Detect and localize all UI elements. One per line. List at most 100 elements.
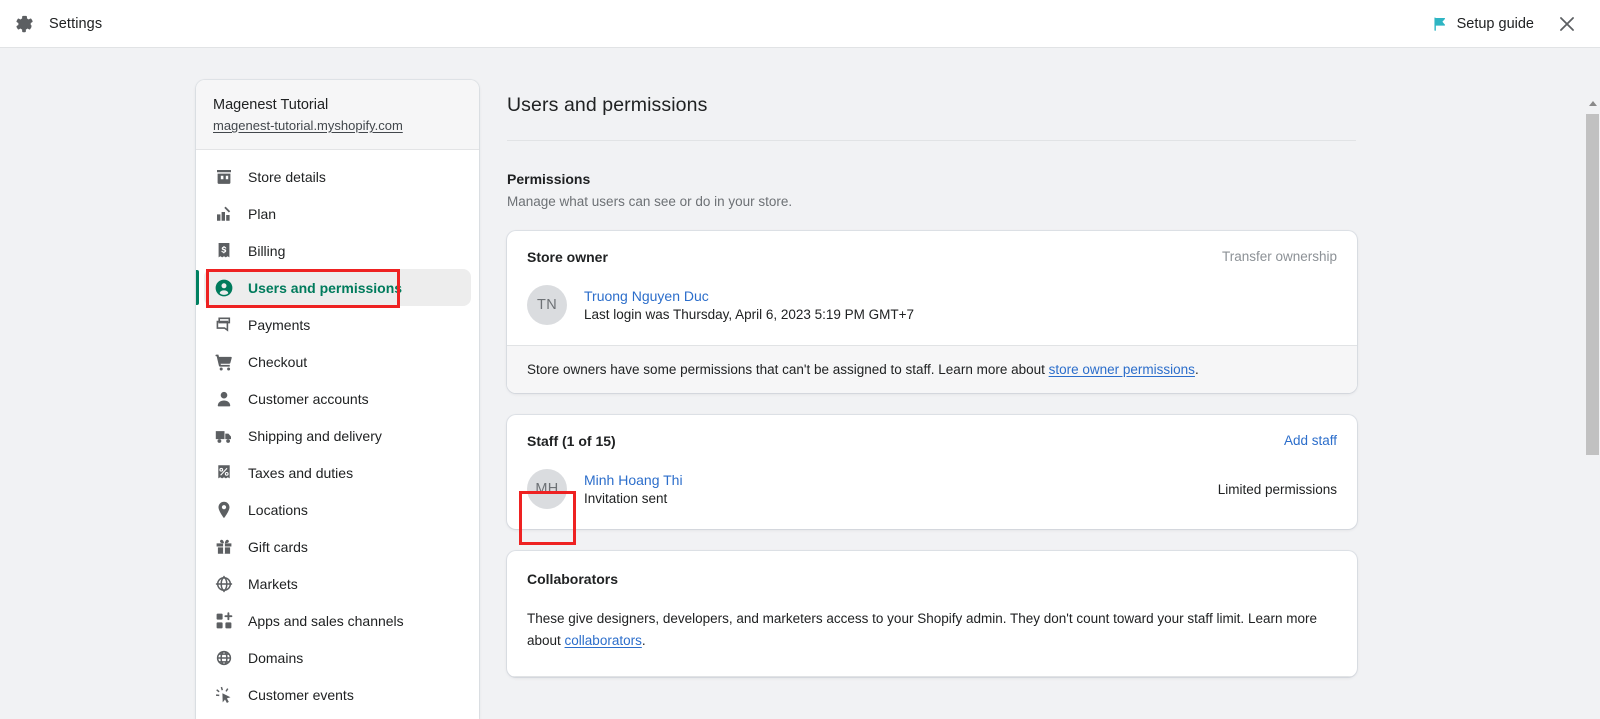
sidebar-item-shipping-and-delivery[interactable]: Shipping and delivery — [204, 417, 471, 454]
setup-guide-button[interactable]: Setup guide — [1432, 16, 1534, 32]
collaborators-heading: Collaborators — [527, 571, 1337, 587]
main-content: Users and permissions Permissions Manage… — [507, 80, 1357, 677]
store-owner-info: Truong Nguyen Duc Last login was Thursda… — [584, 288, 914, 322]
sidebar-item-label: Locations — [248, 502, 308, 518]
store-owner-card-footer: Store owners have some permissions that … — [507, 345, 1357, 393]
staff-row: MH Minh Hoang Thi Invitation sent Limite… — [527, 469, 1337, 509]
close-icon[interactable] — [1556, 13, 1578, 35]
location-pin-icon — [214, 500, 234, 520]
sidebar-item-label: Customer events — [248, 687, 354, 703]
sidebar-item-taxes-and-duties[interactable]: Taxes and duties — [204, 454, 471, 491]
sidebar-item-users-and-permissions[interactable]: Users and permissions — [204, 269, 471, 306]
store-icon — [214, 167, 234, 187]
sidebar-item-label: Payments — [248, 317, 310, 333]
settings-nav-list: Store details Plan Billing — [196, 150, 479, 713]
sidebar-item-label: Gift cards — [248, 539, 308, 555]
billing-icon — [214, 241, 234, 261]
sidebar-item-label: Apps and sales channels — [248, 613, 404, 629]
staff-member-permissions: Limited permissions — [1218, 482, 1337, 497]
sidebar-item-label: Taxes and duties — [248, 465, 353, 481]
plan-icon — [214, 204, 234, 224]
staff-member-name-link[interactable]: Minh Hoang Thi — [584, 472, 683, 488]
percent-icon — [214, 463, 234, 483]
store-header: Magenest Tutorial magenest-tutorial.mysh… — [196, 80, 479, 150]
sidebar-item-store-details[interactable]: Store details — [204, 158, 471, 195]
page-scrollbar-track[interactable] — [1585, 49, 1600, 719]
sidebar-item-billing[interactable]: Billing — [204, 232, 471, 269]
markets-globe-icon — [214, 574, 234, 594]
collaborators-card-body: Collaborators These give designers, deve… — [507, 551, 1357, 676]
permissions-subtitle: Manage what users can see or do in your … — [507, 194, 1357, 209]
page-scrollbar-thumb[interactable] — [1586, 114, 1599, 455]
settings-window: Settings Setup guide Magenest Tutorial m — [0, 0, 1600, 719]
top-bar-left: Settings — [0, 13, 102, 35]
customer-events-icon — [214, 685, 234, 705]
store-owner-footer-period: . — [1195, 362, 1199, 377]
title-divider — [507, 140, 1356, 141]
permissions-title: Permissions — [507, 171, 1357, 187]
collaborators-description: These give designers, developers, and ma… — [527, 608, 1337, 652]
sidebar-item-label: Plan — [248, 206, 276, 222]
transfer-ownership-button[interactable]: Transfer ownership — [1222, 249, 1337, 264]
permissions-section-header: Permissions Manage what users can see or… — [507, 171, 1357, 209]
sidebar-item-customer-accounts[interactable]: Customer accounts — [204, 380, 471, 417]
store-owner-card-header: Store owner Transfer ownership — [527, 249, 1337, 265]
staff-heading: Staff (1 of 15) — [527, 433, 616, 449]
sidebar-item-markets[interactable]: Markets — [204, 565, 471, 602]
store-owner-card: Store owner Transfer ownership TN Truong… — [507, 231, 1357, 393]
sidebar-item-apps-and-sales-channels[interactable]: Apps and sales channels — [204, 602, 471, 639]
store-owner-footer-text: Store owners have some permissions that … — [527, 362, 1049, 377]
staff-card-header: Staff (1 of 15) Add staff — [527, 433, 1337, 449]
sidebar-item-label: Users and permissions — [248, 280, 402, 296]
store-owner-row: TN Truong Nguyen Duc Last login was Thur… — [527, 285, 1337, 325]
store-owner-heading: Store owner — [527, 249, 608, 265]
gift-icon — [214, 537, 234, 557]
staff-member-status: Invitation sent — [584, 491, 683, 506]
scroll-up-arrow-icon[interactable] — [1589, 101, 1597, 106]
sidebar-item-label: Markets — [248, 576, 298, 592]
add-staff-button[interactable]: Add staff — [1284, 433, 1337, 448]
staff-card: Staff (1 of 15) Add staff MH Minh Hoang … — [507, 415, 1357, 529]
sidebar-item-payments[interactable]: Payments — [204, 306, 471, 343]
user-circle-icon — [214, 278, 234, 298]
avatar: TN — [527, 285, 567, 325]
domain-globe-icon — [214, 648, 234, 668]
top-bar: Settings Setup guide — [0, 0, 1600, 48]
store-name: Magenest Tutorial — [213, 97, 462, 113]
settings-sidebar: Magenest Tutorial magenest-tutorial.mysh… — [196, 80, 479, 719]
top-bar-right: Setup guide — [1432, 13, 1600, 35]
sidebar-item-label: Shipping and delivery — [248, 428, 382, 444]
avatar: MH — [527, 469, 567, 509]
person-icon — [214, 389, 234, 409]
sidebar-item-label: Store details — [248, 169, 326, 185]
setup-guide-label: Setup guide — [1457, 16, 1534, 32]
collaborators-text-after: . — [642, 633, 646, 648]
store-owner-name-link[interactable]: Truong Nguyen Duc — [584, 288, 914, 304]
store-url-link[interactable]: magenest-tutorial.myshopify.com — [213, 118, 403, 133]
apps-plus-icon — [214, 611, 234, 631]
store-owner-card-body: Store owner Transfer ownership TN Truong… — [507, 231, 1357, 345]
sidebar-item-plan[interactable]: Plan — [204, 195, 471, 232]
sidebar-item-gift-cards[interactable]: Gift cards — [204, 528, 471, 565]
sidebar-item-label: Customer accounts — [248, 391, 369, 407]
gear-icon — [13, 13, 35, 35]
store-owner-permissions-link[interactable]: store owner permissions — [1049, 362, 1195, 377]
active-indicator-bar — [196, 270, 199, 305]
truck-icon — [214, 426, 234, 446]
sidebar-item-locations[interactable]: Locations — [204, 491, 471, 528]
sidebar-item-customer-events[interactable]: Customer events — [204, 676, 471, 713]
payments-icon — [214, 315, 234, 335]
cart-icon — [214, 352, 234, 372]
sidebar-item-domains[interactable]: Domains — [204, 639, 471, 676]
collaborators-card: Collaborators These give designers, deve… — [507, 551, 1357, 677]
store-owner-last-login: Last login was Thursday, April 6, 2023 5… — [584, 307, 914, 322]
page-title: Users and permissions — [507, 80, 1357, 117]
window-title: Settings — [49, 16, 102, 32]
staff-card-body: Staff (1 of 15) Add staff MH Minh Hoang … — [507, 415, 1357, 529]
collaborators-link[interactable]: collaborators — [565, 633, 642, 648]
sidebar-item-checkout[interactable]: Checkout — [204, 343, 471, 380]
sidebar-item-label: Domains — [248, 650, 303, 666]
collaborators-divider — [507, 676, 1357, 677]
staff-member-info: Minh Hoang Thi Invitation sent — [584, 472, 683, 506]
sidebar-item-label: Billing — [248, 243, 285, 259]
